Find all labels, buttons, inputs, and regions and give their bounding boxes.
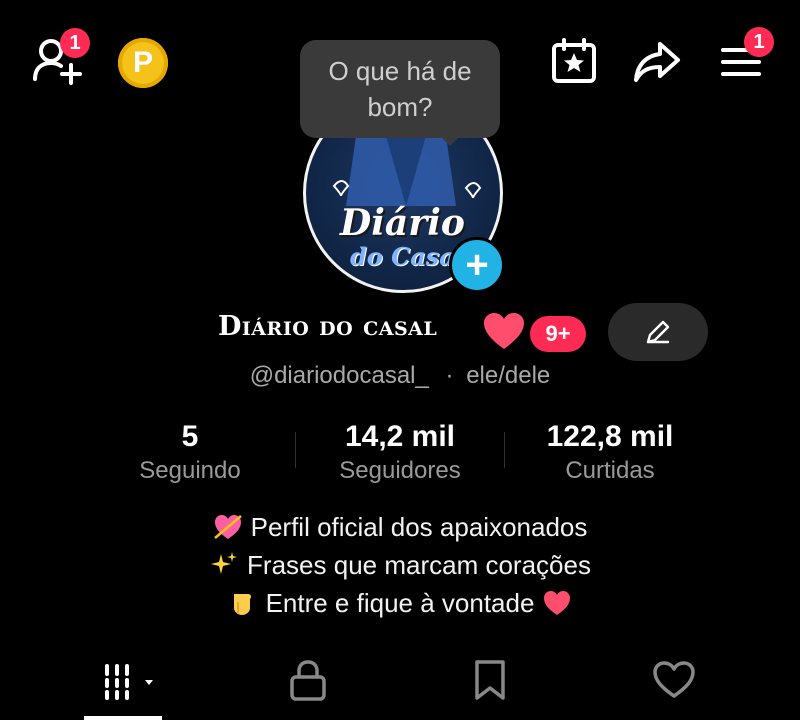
notifications-pill[interactable]: 9+ <box>530 316 586 352</box>
bio-line: Entre e fique à vontade <box>0 584 800 622</box>
pronouns: ele/dele <box>466 362 551 389</box>
active-tab-indicator <box>84 716 162 720</box>
add-story-button[interactable]: + <box>449 237 505 293</box>
bio: Perfil oficial dos apaixonados Frases qu… <box>0 508 800 622</box>
menu-badge: 1 <box>744 27 774 57</box>
stat-divider <box>504 432 505 468</box>
stat-divider <box>295 432 296 468</box>
stats-row: 5 Seguindo 14,2 mil Seguidores 122,8 mil… <box>0 418 800 488</box>
plus-icon: + <box>465 243 489 287</box>
tooltip-arrow <box>440 136 460 146</box>
stat-label: Seguindo <box>139 457 241 484</box>
share-icon <box>634 42 680 82</box>
avatar-logo-sub: do Casal <box>350 242 464 271</box>
bio-text: Frases que marcam corações <box>247 550 591 580</box>
pointing-down-emoji-icon <box>233 594 251 615</box>
tooltip-text: O que há de bom? <box>328 56 472 122</box>
heart-emoji-icon <box>544 591 571 615</box>
username: @diariodocasal_ <box>249 362 429 389</box>
coin-button[interactable]: P <box>118 38 168 88</box>
tab-liked[interactable] <box>624 650 724 710</box>
status-tooltip[interactable]: O que há de bom? <box>300 40 500 138</box>
stat-followers[interactable]: 14,2 mil Seguidores <box>310 418 490 486</box>
edit-profile-button[interactable] <box>608 303 708 361</box>
stat-value: 14,2 mil <box>344 420 456 453</box>
avatar-logo-main: Diário <box>340 202 465 244</box>
heart-arrow-emoji-icon <box>213 515 242 539</box>
bio-text: Entre e fique à vontade <box>265 588 535 618</box>
name-row: Diário do casal 9+ <box>0 303 800 363</box>
calendar-button[interactable] <box>548 36 600 86</box>
display-name: Diário do casal <box>218 311 438 342</box>
stat-following[interactable]: 5 Seguindo <box>120 418 260 486</box>
coin-icon: P <box>132 46 153 79</box>
stat-value: 122,8 mil <box>546 420 674 453</box>
bio-line: Perfil oficial dos apaixonados <box>0 508 800 546</box>
pencil-icon <box>646 320 670 344</box>
add-friend-badge: 1 <box>60 28 90 58</box>
lock-icon <box>290 660 326 701</box>
stat-label: Seguidores <box>339 457 461 484</box>
calendar-star-icon <box>552 38 596 83</box>
tab-videos[interactable] <box>82 650 182 710</box>
heart-emoji-icon <box>484 313 524 349</box>
share-button[interactable] <box>630 38 684 86</box>
bookmark-icon <box>475 660 505 700</box>
stat-likes[interactable]: 122,8 mil Curtidas <box>520 418 700 486</box>
tab-private[interactable] <box>258 650 358 710</box>
bio-line: Frases que marcam corações <box>0 546 800 584</box>
profile-tabs <box>0 650 800 720</box>
stat-label: Curtidas <box>565 457 655 484</box>
tab-saved[interactable] <box>440 650 540 710</box>
sparkles-emoji-icon <box>211 552 238 574</box>
bio-text: Perfil oficial dos apaixonados <box>250 512 588 542</box>
heart-icon <box>653 661 695 698</box>
grid-icon <box>105 664 153 700</box>
stat-value: 5 <box>181 420 199 453</box>
pronouns-separator: · <box>445 362 454 389</box>
handle-row: @diariodocasal_ · ele/dele <box>0 362 800 390</box>
